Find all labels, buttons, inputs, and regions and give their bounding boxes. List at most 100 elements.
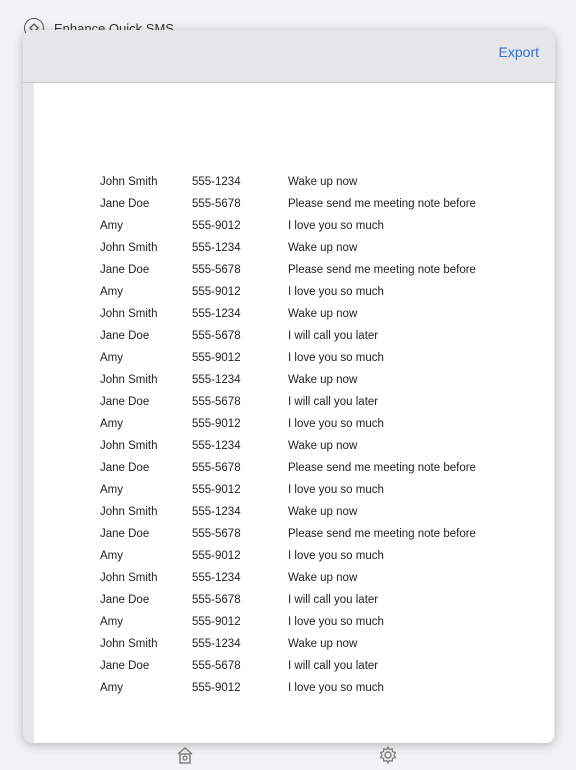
contact-phone: 555-5678 — [192, 594, 241, 606]
contact-phone: 555-1234 — [192, 308, 241, 320]
message-row: John Smith 555-1234 Wake up now — [100, 633, 476, 655]
message-text: I will call you later — [288, 330, 379, 342]
contact-phone: 555-5678 — [192, 396, 241, 408]
message-text: Please send me meeting note before — [288, 264, 476, 276]
message-text: I will call you later — [288, 660, 379, 672]
contact-phone: 555-1234 — [192, 638, 241, 650]
contact-name: Jane Doe — [100, 462, 150, 474]
message-text: I love you so much — [288, 286, 384, 298]
message-row: Jane Doe 555-5678 Please send me meeting n… — [100, 193, 476, 215]
contact-name: Amy — [100, 616, 123, 628]
contact-phone: 555-5678 — [192, 660, 241, 672]
message-row: John Smith 555-1234 Wake up now — [100, 303, 476, 325]
contact-phone: 555-1234 — [192, 374, 241, 386]
message-row: Amy 555-9012 I love you so much — [100, 413, 476, 435]
message-row: John Smith 555-1234 Wake up now — [100, 501, 476, 523]
message-row: Amy 555-9012 I love you so much — [100, 479, 476, 501]
message-row: Jane Doe 555-5678 Please send me meeting n… — [100, 523, 476, 545]
message-row: Jane Doe 555-5678 I will call you later — [100, 325, 476, 347]
contact-phone: 555-5678 — [192, 264, 241, 276]
contact-name: John Smith — [100, 242, 158, 254]
message-text: Wake up now — [288, 440, 358, 452]
contact-name: John Smith — [100, 176, 158, 188]
contact-name: Jane Doe — [100, 660, 150, 672]
contact-name: Amy — [100, 220, 123, 232]
contact-phone: 555-9012 — [192, 484, 241, 496]
contact-name: Amy — [100, 418, 123, 430]
contact-phone: 555-1234 — [192, 176, 241, 188]
message-row: John Smith 555-1234 Wake up now — [100, 369, 476, 391]
sheet-header: Export — [23, 30, 555, 83]
home-icon[interactable] — [175, 745, 195, 765]
message-text: Wake up now — [288, 176, 358, 188]
message-text: I love you so much — [288, 616, 384, 628]
contact-name: John Smith — [100, 308, 158, 320]
message-row: Jane Doe 555-5678 I will call you later — [100, 655, 476, 677]
contact-phone: 555-9012 — [192, 550, 241, 562]
contact-phone: 555-9012 — [192, 682, 241, 694]
contact-phone: 555-9012 — [192, 616, 241, 628]
contact-name: John Smith — [100, 440, 158, 452]
message-text: I love you so much — [288, 550, 384, 562]
contact-name: Amy — [100, 286, 123, 298]
contact-name: John Smith — [100, 572, 158, 584]
contact-phone: 555-9012 — [192, 220, 241, 232]
message-row: Jane Doe 555-5678 I will call you later — [100, 391, 476, 413]
message-row: Amy 555-9012 I love you so much — [100, 545, 476, 567]
tab-bar — [0, 743, 576, 768]
message-list: John Smith 555-1234 Wake up now Jane Doe 555… — [100, 171, 476, 699]
message-text: I love you so much — [288, 220, 384, 232]
contact-name: Jane Doe — [100, 594, 150, 606]
contact-name: John Smith — [100, 374, 158, 386]
message-text: I love you so much — [288, 418, 384, 430]
contact-phone: 555-5678 — [192, 462, 241, 474]
message-text: I love you so much — [288, 484, 384, 496]
contact-phone: 555-1234 — [192, 242, 241, 254]
message-text: Wake up now — [288, 572, 358, 584]
message-row: Amy 555-9012 I love you so much — [100, 281, 476, 303]
message-text: Please send me meeting note before — [288, 198, 476, 210]
export-preview-sheet: Export John Smith 555-1234 Wake up now Jane… — [23, 30, 555, 743]
message-row: Jane Doe 555-5678 I will call you later — [100, 589, 476, 611]
message-row: John Smith 555-1234 Wake up now — [100, 237, 476, 259]
message-text: I love you so much — [288, 352, 384, 364]
contact-name: John Smith — [100, 506, 158, 518]
contact-phone: 555-1234 — [192, 572, 241, 584]
contact-phone: 555-1234 — [192, 440, 241, 452]
message-row: Amy 555-9012 I love you so much — [100, 347, 476, 369]
message-text: Wake up now — [288, 638, 358, 650]
contact-phone: 555-5678 — [192, 198, 241, 210]
contact-name: Jane Doe — [100, 396, 150, 408]
message-row: John Smith 555-1234 Wake up now — [100, 435, 476, 457]
message-text: I love you so much — [288, 682, 384, 694]
message-text: Wake up now — [288, 242, 358, 254]
message-row: Amy 555-9012 I love you so much — [100, 215, 476, 237]
message-text: I will call you later — [288, 396, 379, 408]
contact-name: Amy — [100, 352, 123, 364]
contact-name: Amy — [100, 682, 123, 694]
contact-name: Jane Doe — [100, 528, 150, 540]
message-text: Wake up now — [288, 374, 358, 386]
contact-name: Jane Doe — [100, 264, 150, 276]
gear-icon[interactable] — [378, 745, 398, 765]
contact-phone: 555-5678 — [192, 330, 241, 342]
export-button[interactable]: Export — [499, 44, 539, 60]
contact-phone: 555-1234 — [192, 506, 241, 518]
contact-name: Jane Doe — [100, 330, 150, 342]
message-text: Please send me meeting note before — [288, 528, 476, 540]
message-row: Jane Doe 555-5678 Please send me meeting n… — [100, 259, 476, 281]
contact-name: Amy — [100, 550, 123, 562]
message-text: Wake up now — [288, 506, 358, 518]
contact-name: Amy — [100, 484, 123, 496]
message-text: Please send me meeting note before — [288, 462, 476, 474]
contact-phone: 555-9012 — [192, 352, 241, 364]
contact-name: John Smith — [100, 638, 158, 650]
contact-phone: 555-5678 — [192, 528, 241, 540]
message-text: Wake up now — [288, 308, 358, 320]
message-row: Amy 555-9012 I love you so much — [100, 611, 476, 633]
contact-name: Jane Doe — [100, 198, 150, 210]
message-row: Jane Doe 555-5678 Please send me meeting n… — [100, 457, 476, 479]
contact-phone: 555-9012 — [192, 286, 241, 298]
message-row: John Smith 555-1234 Wake up now — [100, 567, 476, 589]
message-text: I will call you later — [288, 594, 379, 606]
